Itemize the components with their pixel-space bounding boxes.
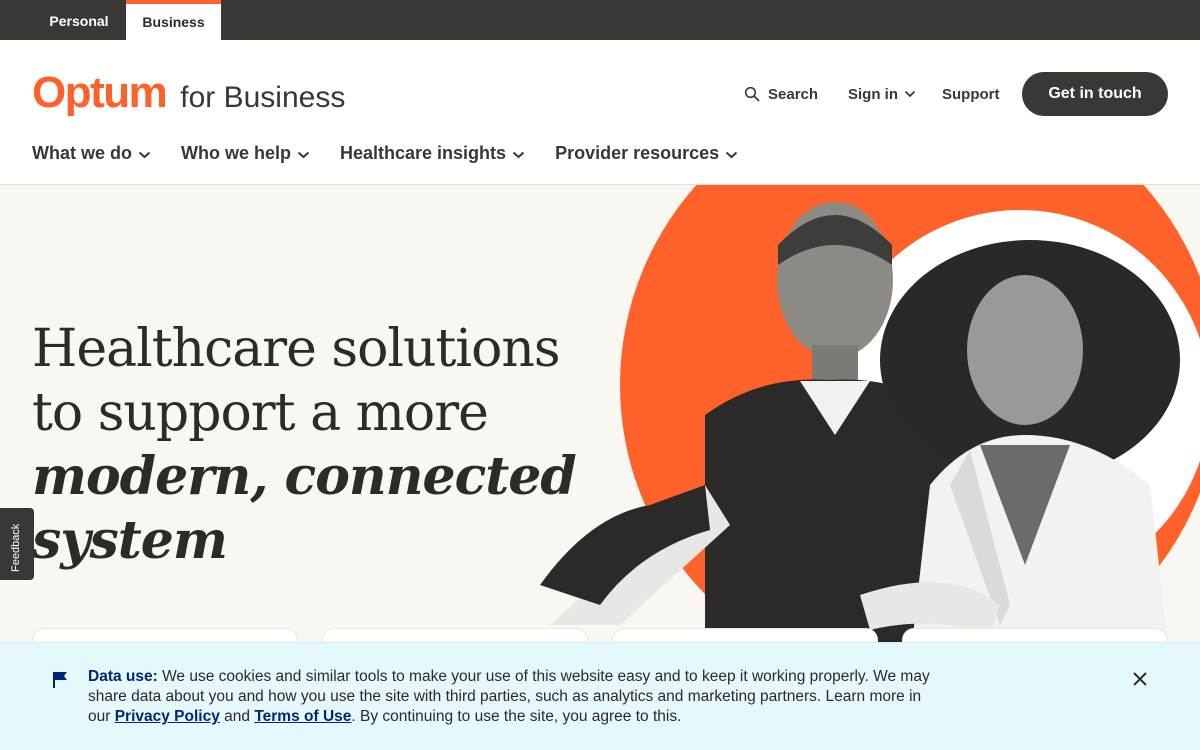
terms-of-use-link[interactable]: Terms of Use <box>254 708 351 725</box>
hero-heading: Healthcare solutions to support a more m… <box>32 317 592 573</box>
nav-item-healthcare-insights[interactable]: Healthcare insights <box>340 143 525 164</box>
cookie-and: and <box>219 708 255 725</box>
close-icon <box>1132 671 1148 692</box>
privacy-policy-link[interactable]: Privacy Policy <box>115 708 220 725</box>
nav-item-label: Who we help <box>181 142 291 163</box>
chevron-down-icon <box>904 90 916 98</box>
feedback-label: Feedback <box>10 523 22 572</box>
nav-item-label: Provider resources <box>555 142 720 163</box>
main-nav: What we do Who we help Healthcare insigh… <box>32 140 768 166</box>
nav-item-who-we-help[interactable]: Who we help <box>181 143 310 164</box>
cookie-text: Data use: We use cookies and similar too… <box>88 667 938 727</box>
optum-logo[interactable]: Optum for Business <box>32 68 345 118</box>
chevron-down-icon <box>132 143 151 164</box>
site-header: Optum for Business Search Sign in Suppor… <box>0 40 1200 185</box>
support-link[interactable]: Support <box>942 72 1000 116</box>
chevron-down-icon <box>719 143 738 164</box>
cookie-body-2: . By continuing to use the site, you agr… <box>351 708 682 725</box>
feedback-tab[interactable]: Feedback <box>0 508 34 580</box>
hero-emphasis-1: modern, connected <box>32 446 577 507</box>
nav-item-provider-resources[interactable]: Provider resources <box>555 143 738 164</box>
nav-item-what-we-do[interactable]: What we do <box>32 143 151 164</box>
chevron-down-icon <box>506 143 525 164</box>
nav-item-label: What we do <box>32 142 132 163</box>
hero-line-1: Healthcare solutions <box>32 319 561 379</box>
close-cookie-button[interactable] <box>1126 667 1154 695</box>
nav-item-label: Healthcare insights <box>340 142 507 163</box>
sign-in-label: Sign in <box>848 85 898 103</box>
sign-in-button[interactable]: Sign in <box>848 72 916 116</box>
audience-bar: Personal Business <box>0 0 1200 40</box>
tab-personal[interactable]: Personal <box>32 0 126 40</box>
get-in-touch-button[interactable]: Get in touch <box>1022 72 1168 116</box>
hero-emphasis-2: system <box>32 510 228 571</box>
search-icon <box>744 86 760 102</box>
brand-name: Optum <box>32 68 168 117</box>
cookie-title: Data use: <box>88 668 158 685</box>
cookie-banner: Data use: We use cookies and similar too… <box>0 642 1200 750</box>
chevron-down-icon <box>291 143 310 164</box>
search-label: Search <box>768 85 819 103</box>
search-button[interactable]: Search <box>744 72 818 116</box>
flag-icon <box>52 671 68 694</box>
brand-suffix: for Business <box>180 81 346 114</box>
support-label: Support <box>942 85 1000 103</box>
hero-line-2: to support a more <box>32 383 489 443</box>
tab-business[interactable]: Business <box>126 0 221 40</box>
